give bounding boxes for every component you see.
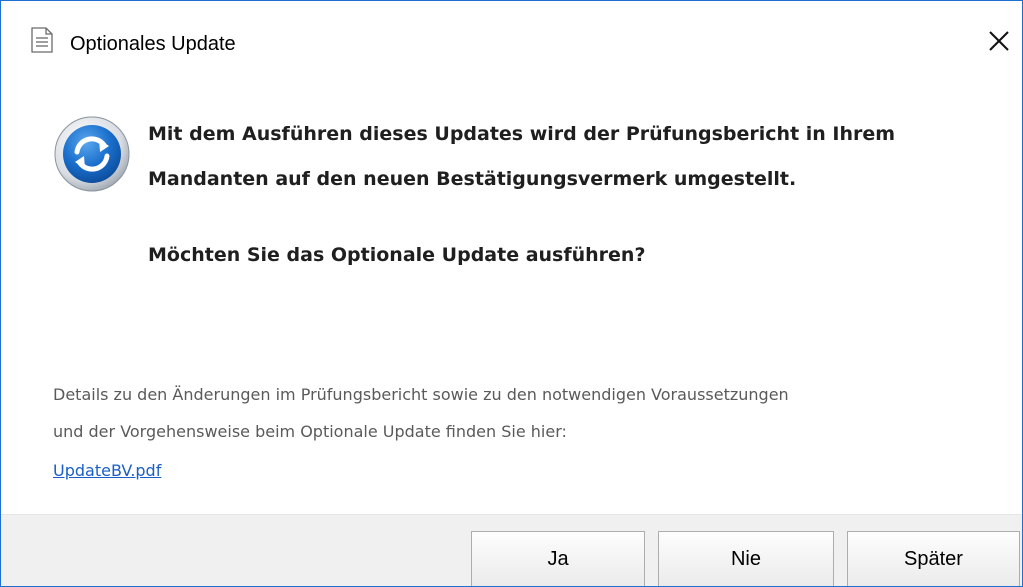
document-icon <box>31 27 53 53</box>
pdf-link[interactable]: UpdateBV.pdf <box>53 461 161 481</box>
title-bar: Optionales Update <box>1 1 1022 75</box>
close-icon <box>989 31 1009 51</box>
never-button[interactable]: Nie <box>658 531 834 586</box>
window-title: Optionales Update <box>70 33 236 55</box>
later-button[interactable]: Später <box>847 531 1020 586</box>
message-line-1: Mit dem Ausführen dieses Updates wird de… <box>148 123 896 145</box>
message-line-2: Mandanten auf den neuen Bestätigungsverm… <box>148 168 797 190</box>
button-bar: Ja Nie Später <box>1 514 1022 586</box>
dialog-content: Mit dem Ausführen dieses Updates wird de… <box>1 75 1022 514</box>
details-text-line-1: Details zu den Änderungen im Prüfungsber… <box>53 385 789 404</box>
yes-button[interactable]: Ja <box>471 531 645 586</box>
close-button[interactable] <box>981 23 1017 59</box>
dialog-window: Optionales Update Mit dem Ausführen dies… <box>0 0 1023 587</box>
details-text-line-2: und der Vorgehensweise beim Optionale Up… <box>53 422 567 441</box>
update-refresh-icon <box>53 115 131 193</box>
message-question: Möchten Sie das Optionale Update ausführ… <box>148 244 646 266</box>
